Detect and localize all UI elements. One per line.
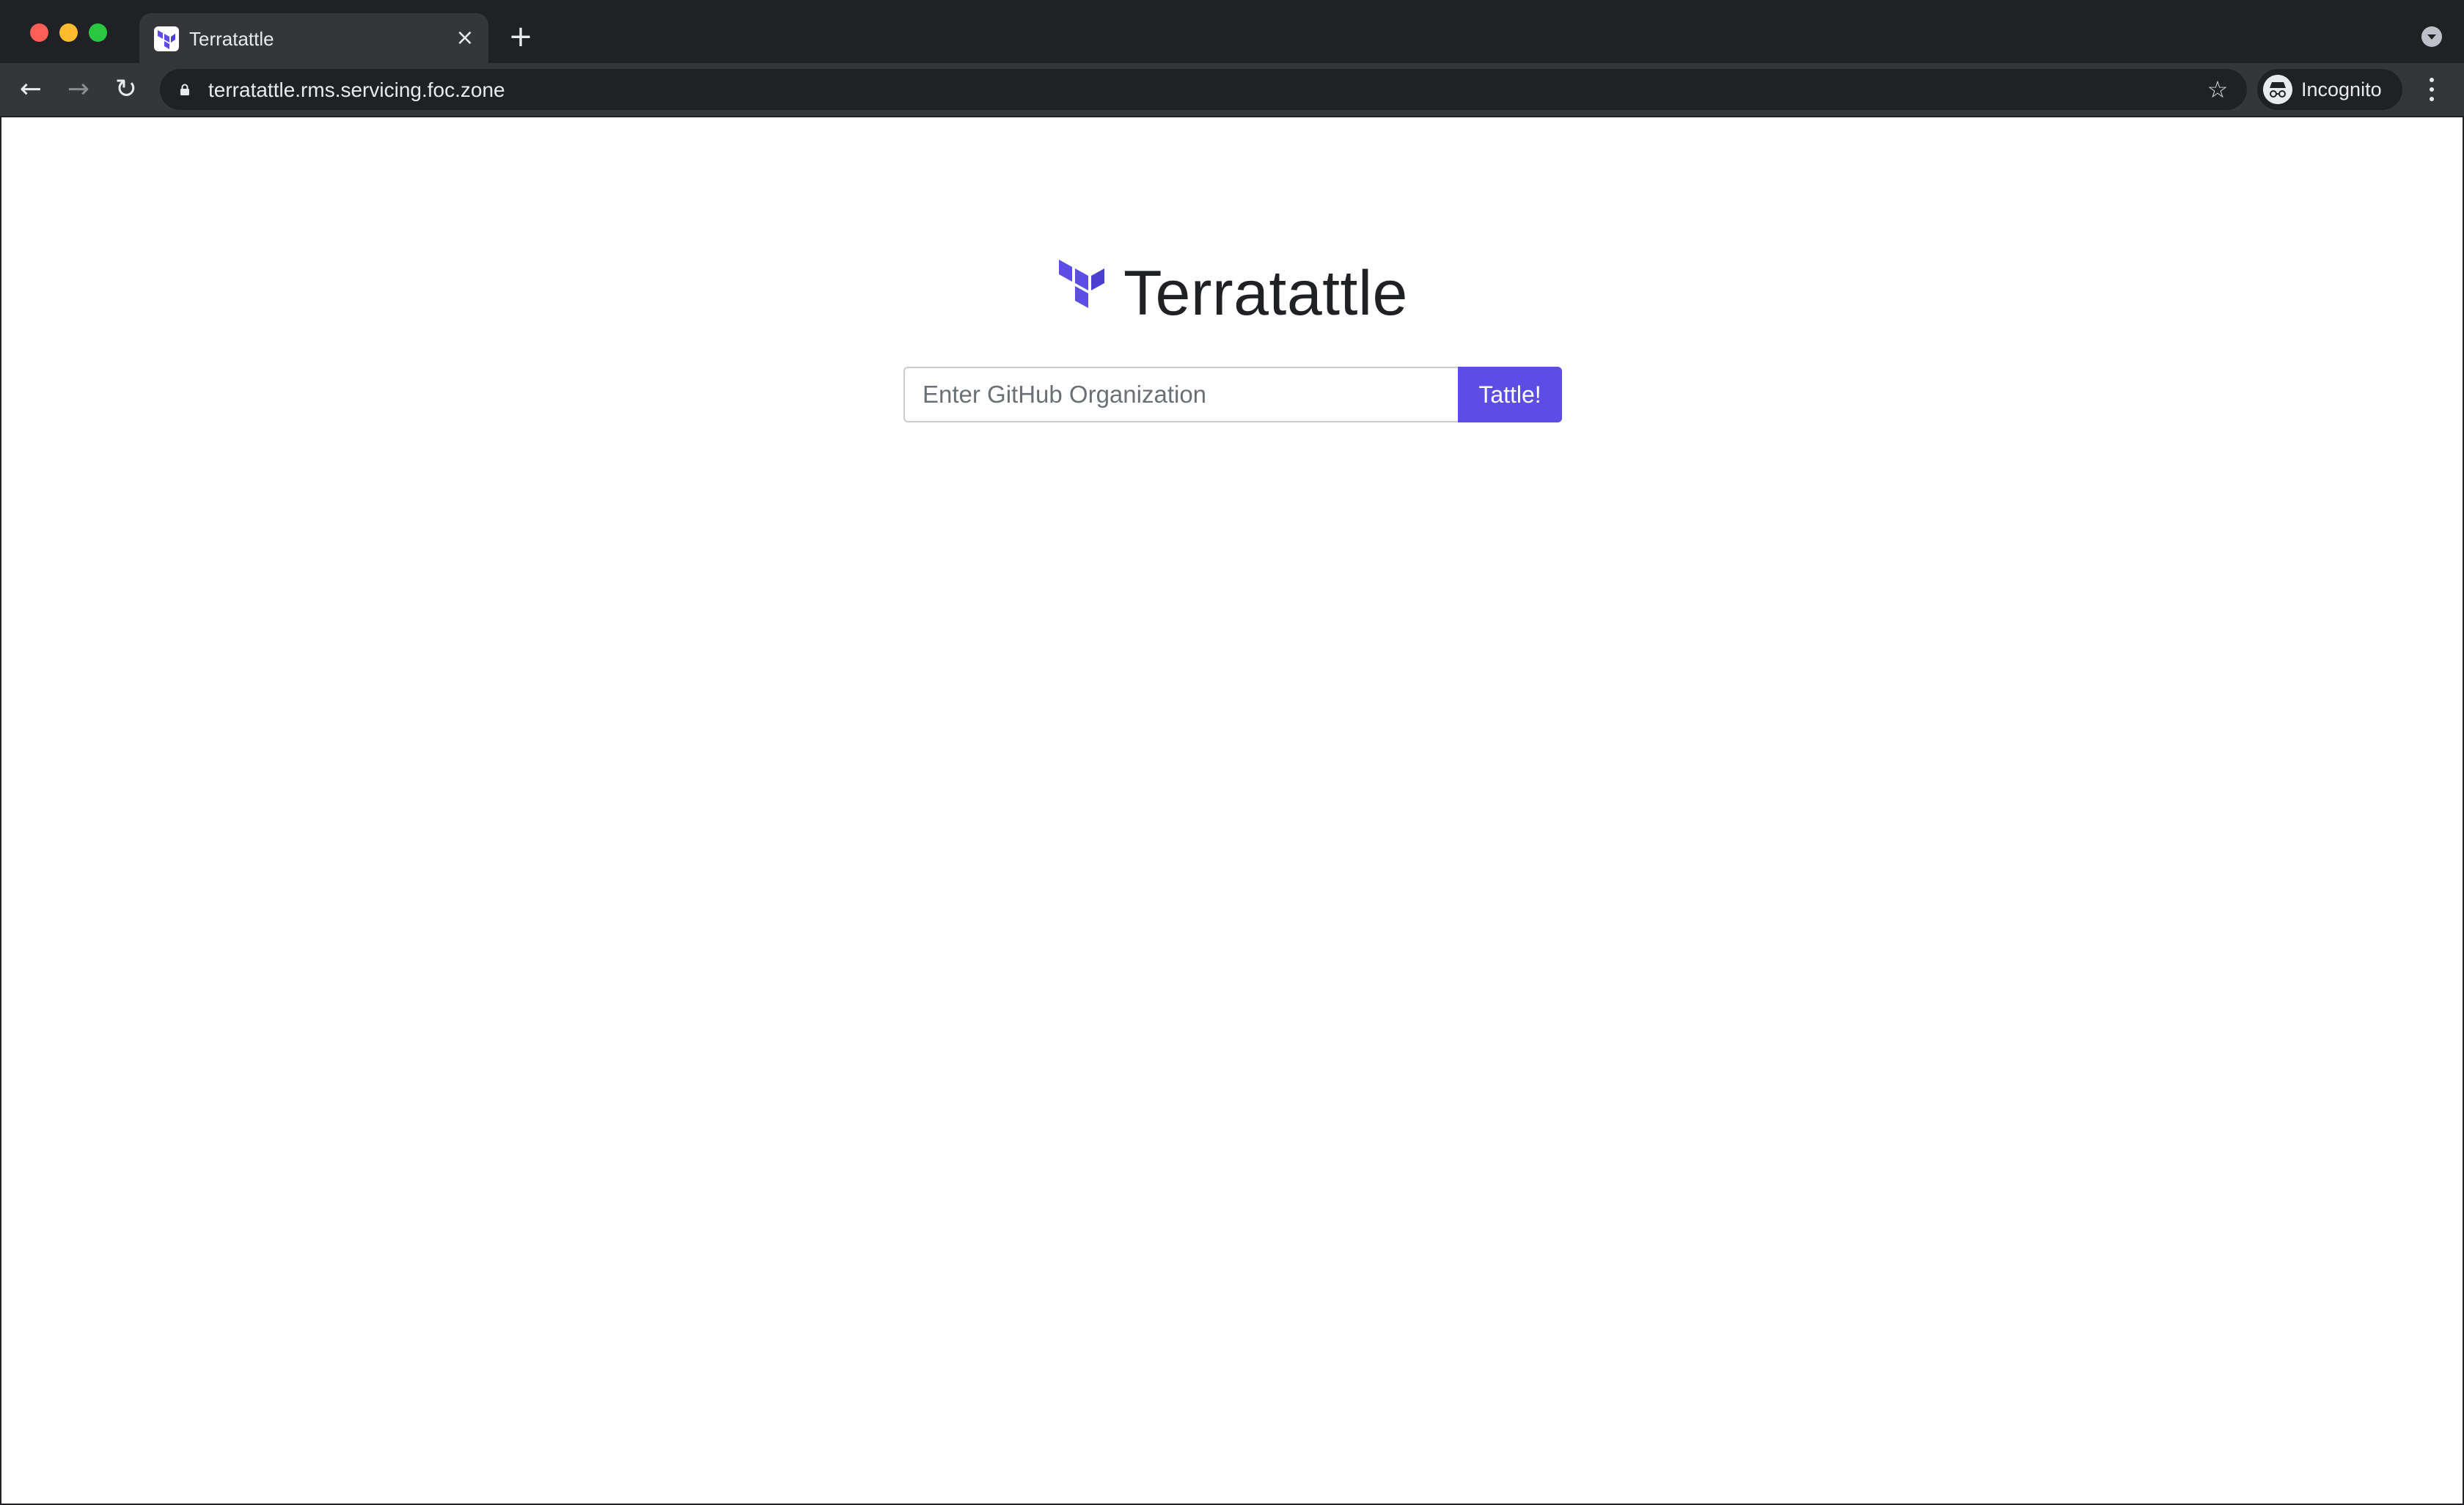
tab-terratattle[interactable]: Terratattle × xyxy=(139,13,488,63)
maximize-window-button[interactable] xyxy=(89,23,107,42)
browser-toolbar: ← → ↻ terratattle.rms.servicing.foc.zone… xyxy=(0,63,2464,116)
incognito-profile-button[interactable]: Incognito xyxy=(2257,69,2402,110)
terraform-logo-icon xyxy=(1059,260,1104,308)
tab-search-icon[interactable] xyxy=(2421,26,2442,47)
more-menu-icon[interactable] xyxy=(2417,73,2446,106)
org-search-form: Tattle! xyxy=(903,367,1562,422)
github-organization-input[interactable] xyxy=(903,367,1458,422)
forward-button[interactable]: → xyxy=(62,73,95,106)
tab-title: Terratattle xyxy=(189,28,274,50)
close-icon[interactable]: × xyxy=(453,26,477,50)
terraform-favicon-icon xyxy=(154,26,179,51)
minimize-window-button[interactable] xyxy=(59,23,78,42)
page-content: Terratattle Tattle! xyxy=(1,117,2463,1504)
new-tab-button[interactable]: + xyxy=(506,22,535,51)
close-window-button[interactable] xyxy=(30,23,48,42)
bookmark-star-icon[interactable]: ☆ xyxy=(2204,76,2231,103)
browser-window: Terratattle × + ← → ↻ terratattle.rms.se… xyxy=(0,0,2464,1505)
lock-icon xyxy=(180,84,189,95)
address-bar[interactable]: terratattle.rms.servicing.foc.zone ☆ xyxy=(160,69,2247,110)
page-title: Terratattle xyxy=(1123,258,1408,329)
incognito-icon xyxy=(2263,75,2292,104)
back-button[interactable]: ← xyxy=(15,73,47,106)
reload-button[interactable]: ↻ xyxy=(110,73,142,106)
url-text: terratattle.rms.servicing.foc.zone xyxy=(208,78,505,101)
tattle-button[interactable]: Tattle! xyxy=(1458,367,1562,422)
incognito-label: Incognito xyxy=(2301,78,2382,100)
tab-strip: Terratattle × + xyxy=(0,0,2464,63)
